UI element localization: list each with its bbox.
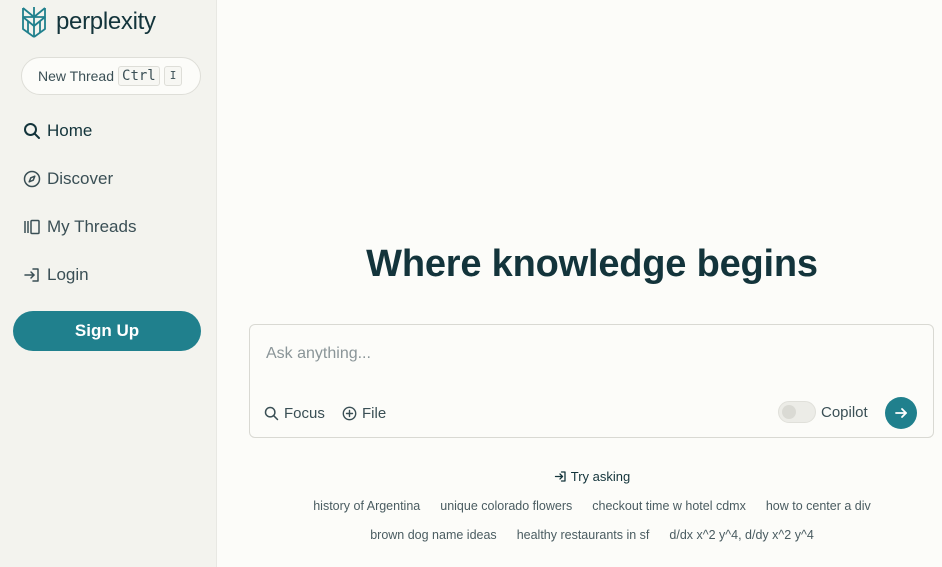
arrow-right-icon xyxy=(895,408,907,418)
search-icon xyxy=(264,406,279,420)
suggestion-chip[interactable]: how to center a div xyxy=(756,499,881,513)
sidebar-item-discover[interactable]: Discover xyxy=(23,166,113,192)
sidebar-item-home[interactable]: Home xyxy=(23,118,92,144)
sign-up-button[interactable]: Sign Up xyxy=(13,311,201,351)
focus-button[interactable]: Focus xyxy=(264,403,325,423)
brand-name: perplexity xyxy=(56,8,156,35)
file-label: File xyxy=(362,404,387,422)
sidebar-item-label: Home xyxy=(47,121,93,140)
suggestion-chip[interactable]: healthy restaurants in sf xyxy=(507,528,660,542)
copilot-toggle[interactable] xyxy=(778,401,816,423)
login-icon xyxy=(24,268,39,282)
suggestion-chip[interactable]: d/dx x^2 y^4, d/dy x^2 y^4 xyxy=(659,528,823,542)
copilot-label: Copilot xyxy=(821,404,868,421)
ask-box: Focus File Copilot xyxy=(249,324,934,438)
suggestions-row: brown dog name ideas healthy restaurants… xyxy=(250,528,934,542)
toggle-knob xyxy=(782,405,796,419)
perplexity-logo-icon xyxy=(22,7,46,38)
sidebar-item-my-threads[interactable]: My Threads xyxy=(23,214,136,240)
suggestion-chip[interactable]: brown dog name ideas xyxy=(360,528,506,542)
sidebar-item-login[interactable]: Login xyxy=(23,262,89,288)
sidebar-item-label: My Threads xyxy=(47,217,137,236)
file-button[interactable]: File xyxy=(342,403,386,423)
page-title: Where knowledge begins xyxy=(366,243,818,285)
shortcut-key-i: I xyxy=(163,66,183,86)
suggestion-chip[interactable]: checkout time w hotel cdmx xyxy=(582,499,756,513)
suggestion-chip[interactable]: unique colorado flowers xyxy=(430,499,582,513)
sidebar-item-label: Discover xyxy=(47,169,114,188)
sidebar: perplexity New Thread Ctrl I Home Discov… xyxy=(0,0,217,567)
new-thread-label: New Thread xyxy=(38,68,115,84)
try-asking-heading: Try asking xyxy=(250,469,934,484)
arrow-in-icon xyxy=(554,471,566,482)
new-thread-button[interactable]: New Thread Ctrl I xyxy=(21,57,201,95)
logo[interactable]: perplexity xyxy=(20,4,156,40)
compass-icon xyxy=(23,170,41,188)
suggestions-row: history of Argentina unique colorado flo… xyxy=(250,499,934,513)
suggestion-chip[interactable]: history of Argentina xyxy=(303,499,430,513)
submit-button[interactable] xyxy=(885,397,917,429)
plus-circle-icon xyxy=(342,406,357,420)
search-icon xyxy=(24,123,40,139)
focus-label: Focus xyxy=(284,404,325,422)
ask-input[interactable] xyxy=(266,343,906,365)
shortcut-key-ctrl: Ctrl xyxy=(118,66,160,86)
sidebar-item-label: Login xyxy=(47,265,89,284)
library-icon xyxy=(24,219,40,235)
try-asking-label: Try asking xyxy=(570,469,631,484)
